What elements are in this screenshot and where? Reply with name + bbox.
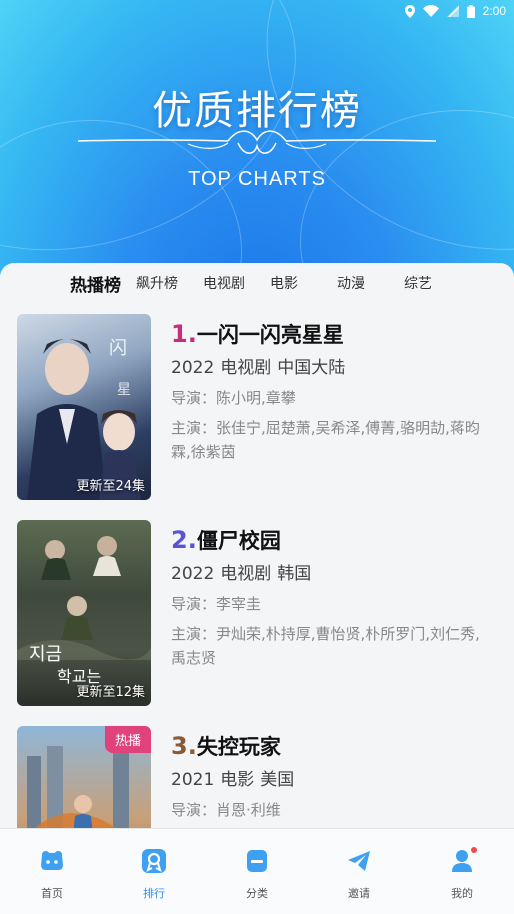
list-item[interactable]: 闪 星 更新至24集 1.一闪一闪亮星星 2022 电视剧 中国大陆 导演：陈小明,… <box>0 314 514 504</box>
item-title[interactable]: 3.失控玩家 <box>171 730 491 762</box>
nav-profile[interactable]: 我的 <box>432 847 492 901</box>
ranking-tabs: 热播榜 飙升榜 电视剧 电影 动漫 综艺 <box>0 273 514 297</box>
hero-subtitle: TOP CHARTS <box>188 168 326 190</box>
home-icon <box>41 851 63 870</box>
item-info: 1.一闪一闪亮星星 2022 电视剧 中国大陆 导演：陈小明,章攀 主演：张佳宁,屈… <box>171 318 491 464</box>
poster-image[interactable]: 热播 <box>17 726 151 828</box>
year: 2022 <box>171 358 215 378</box>
tab-movie[interactable]: 电影 <box>270 273 298 293</box>
year: 2021 <box>171 770 215 790</box>
ornament-divider <box>78 130 436 154</box>
nav-label: 排行 <box>143 887 165 900</box>
title-text: 僵尸校园 <box>196 529 281 553</box>
rank-number: 3. <box>171 732 197 760</box>
ranking-icon <box>142 849 166 873</box>
location-icon <box>404 4 415 18</box>
hero-banner: 2:00 优质排行榜 TOP CHARTS <box>0 0 514 290</box>
signal-icon <box>446 5 459 17</box>
genre: 电视剧 <box>220 358 272 378</box>
title-text: 失控玩家 <box>196 735 281 759</box>
item-meta: 2021 电影 美国 <box>171 766 491 794</box>
status-bar: 2:00 <box>0 0 514 24</box>
list-item[interactable]: 지금 학교는 更新至12集 2.僵尸校园 2022 电视剧 韩国 导演：李宰圭 主演… <box>0 520 514 710</box>
rank-number: 2. <box>171 526 197 554</box>
battery-icon <box>466 4 475 18</box>
notification-dot <box>471 847 477 853</box>
list-item[interactable]: 热播 3.失控玩家 2021 电影 美国 导演：肖恩·利维 <box>0 726 514 828</box>
wifi-icon <box>422 5 439 17</box>
status-time: 2:00 <box>482 4 506 18</box>
year: 2022 <box>171 564 215 584</box>
poster-art: 闪 星 <box>27 338 141 500</box>
ranking-panel: 热播榜 飙升榜 电视剧 电影 动漫 综艺 闪 星 更新至24集 1.一闪一闪亮星… <box>0 263 514 828</box>
cast: 主演：尹灿荣,朴持厚,曹怡贤,朴所罗门,刘仁秀,禹志贤 <box>171 625 480 667</box>
nav-label: 分类 <box>246 887 268 900</box>
nav-home[interactable]: 首页 <box>22 849 82 901</box>
nav-category[interactable]: 分类 <box>227 849 287 901</box>
region: 韩国 <box>277 564 312 584</box>
svg-text:星: 星 <box>117 382 131 398</box>
item-info: 3.失控玩家 2021 电影 美国 导演：肖恩·利维 <box>171 730 491 822</box>
genre: 电视剧 <box>220 564 272 584</box>
poster-art: 지금 학교는 <box>17 536 151 686</box>
invite-icon <box>348 851 370 871</box>
title-text: 一闪一闪亮星星 <box>196 323 344 347</box>
rank-number: 1. <box>171 320 197 348</box>
director: 导演：陈小明,章攀 <box>171 389 296 407</box>
profile-icon <box>452 850 472 872</box>
director: 导演：肖恩·利维 <box>171 801 281 819</box>
item-title[interactable]: 1.一闪一闪亮星星 <box>171 318 491 350</box>
region: 中国大陆 <box>277 358 346 378</box>
nav-label: 首页 <box>41 887 63 900</box>
tab-anime[interactable]: 动漫 <box>337 273 365 293</box>
nav-ranking[interactable]: 排行 <box>124 849 184 901</box>
category-icon <box>247 850 267 872</box>
cast: 主演：张佳宁,屈楚萧,吴希泽,傅菁,骆明劼,蒋昀霖,徐紫茵 <box>171 419 480 461</box>
item-info: 2.僵尸校园 2022 电视剧 韩国 导演：李宰圭 主演：尹灿荣,朴持厚,曹怡贤,朴… <box>171 524 491 670</box>
tab-variety[interactable]: 综艺 <box>404 273 432 293</box>
episode-count: 更新至24集 <box>76 479 145 494</box>
svg-text:闪: 闪 <box>109 338 127 359</box>
poster-image[interactable]: 지금 학교는 更新至12集 <box>17 520 151 706</box>
genre: 电影 <box>220 770 255 790</box>
hot-badge: 热播 <box>104 726 151 753</box>
bottom-navigation: 首页 排行 分类 邀请 我的 <box>0 828 514 914</box>
tab-tv[interactable]: 电视剧 <box>203 273 245 293</box>
nav-label: 我的 <box>451 887 473 900</box>
region: 美国 <box>260 770 295 790</box>
tab-rising[interactable]: 飙升榜 <box>136 273 178 293</box>
item-title[interactable]: 2.僵尸校园 <box>171 524 491 556</box>
poster-image[interactable]: 闪 星 更新至24集 <box>17 314 151 500</box>
tab-hot[interactable]: 热播榜 <box>70 271 121 296</box>
item-meta: 2022 电视剧 中国大陆 <box>171 354 491 382</box>
nav-invite[interactable]: 邀请 <box>329 849 389 901</box>
episode-count: 更新至12集 <box>76 685 145 700</box>
svg-text:지금: 지금 <box>29 644 62 665</box>
nav-label: 邀请 <box>348 887 370 900</box>
director: 导演：李宰圭 <box>171 595 262 613</box>
item-meta: 2022 电视剧 韩国 <box>171 560 491 588</box>
